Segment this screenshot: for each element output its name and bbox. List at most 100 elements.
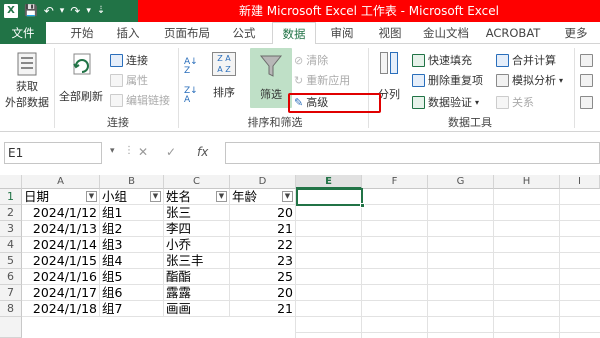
cell-date[interactable]: 2024/1/13	[22, 221, 100, 237]
insert-function-icon[interactable]: fx	[197, 145, 208, 159]
name-box[interactable]: E1	[4, 142, 102, 164]
cancel-icon[interactable]: ✕	[138, 145, 148, 159]
fill-handle[interactable]	[360, 203, 365, 208]
tab-home[interactable]: 开始	[62, 22, 102, 44]
row-header[interactable]: 7	[0, 285, 22, 301]
tab-data[interactable]: 数据	[272, 22, 316, 45]
remove-duplicates-button[interactable]: 删除重复项	[412, 72, 483, 88]
formula-input[interactable]	[225, 142, 600, 164]
reapply-button[interactable]: ↻ 重新应用	[294, 72, 350, 88]
what-if-button[interactable]: 模拟分析 ▾	[496, 72, 563, 88]
tab-more[interactable]: 更多	[552, 22, 600, 44]
col-header-i[interactable]: I	[560, 175, 600, 189]
redo-dropdown-icon[interactable]: ▾	[86, 2, 91, 20]
filter-dropdown-icon[interactable]: ▼	[86, 191, 97, 202]
col-header-b[interactable]: B	[100, 175, 164, 189]
connections-button[interactable]: 连接	[110, 52, 148, 68]
header-cell-age[interactable]: 年龄 ▼	[230, 189, 296, 205]
tab-kingsoft-docs[interactable]: 金山文档	[418, 22, 474, 44]
header-cell-name[interactable]: 姓名 ▼	[164, 189, 230, 205]
col-header-g[interactable]: G	[428, 175, 494, 189]
filter-dropdown-icon[interactable]: ▼	[216, 191, 227, 202]
formula-options-icon[interactable]: ⋮	[124, 145, 134, 156]
cell-group[interactable]: 组1	[100, 205, 164, 221]
filter-dropdown-icon[interactable]: ▼	[282, 191, 293, 202]
col-header-c[interactable]: C	[164, 175, 230, 189]
redo-icon[interactable]: ↷	[70, 2, 80, 20]
cell-name[interactable]: 露露	[164, 285, 230, 301]
clear-button[interactable]: ⊘ 清除	[294, 52, 328, 68]
col-header-f[interactable]: F	[362, 175, 428, 189]
row-header[interactable]: 2	[0, 205, 22, 221]
row-header[interactable]: 4	[0, 237, 22, 253]
cell-name[interactable]: 小乔	[164, 237, 230, 253]
save-icon[interactable]: 💾	[24, 2, 38, 20]
cell-group[interactable]: 组6	[100, 285, 164, 301]
data-validation-button[interactable]: 数据验证 ▾	[412, 94, 479, 110]
cell-name[interactable]: 画画	[164, 301, 230, 317]
cell-group[interactable]: 组5	[100, 269, 164, 285]
undo-dropdown-icon[interactable]: ▾	[60, 2, 65, 20]
col-header-d[interactable]: D	[230, 175, 296, 189]
cell-age[interactable]: 22	[230, 237, 296, 253]
cell-date[interactable]: 2024/1/16	[22, 269, 100, 285]
enter-icon[interactable]: ✓	[166, 145, 176, 159]
cell-age[interactable]: 23	[230, 253, 296, 269]
sort-button[interactable]: Z AA Z 排序	[206, 52, 242, 100]
filter-button[interactable]: 筛选	[250, 48, 292, 108]
header-cell-date[interactable]: 日期 ▼	[22, 189, 100, 205]
cell-group[interactable]: 组4	[100, 253, 164, 269]
tab-page-layout[interactable]: 页面布局	[156, 22, 218, 44]
tab-formulas[interactable]: 公式	[224, 22, 264, 44]
cell-group[interactable]: 组2	[100, 221, 164, 237]
cell-date[interactable]: 2024/1/15	[22, 253, 100, 269]
cell-name[interactable]: 张三	[164, 205, 230, 221]
cell-date[interactable]: 2024/1/17	[22, 285, 100, 301]
refresh-all-button[interactable]: 全部刷新	[56, 50, 106, 104]
cell-date[interactable]: 2024/1/18	[22, 301, 100, 317]
cell-date[interactable]: 2024/1/14	[22, 237, 100, 253]
consolidate-button[interactable]: 合并计算	[496, 52, 556, 68]
col-header-e[interactable]: E	[296, 175, 362, 189]
cell-name[interactable]: 酯酯	[164, 269, 230, 285]
row-header[interactable]: 5	[0, 253, 22, 269]
relationships-button[interactable]: 关系	[496, 94, 534, 110]
filter-dropdown-icon[interactable]: ▼	[150, 191, 161, 202]
get-external-data-button[interactable]: 获取 外部数据	[2, 50, 52, 110]
row-header[interactable]	[0, 317, 22, 338]
cell-name[interactable]: 李四	[164, 221, 230, 237]
header-cell-group[interactable]: 小组 ▼	[100, 189, 164, 205]
customize-qat-icon[interactable]: ⇣	[97, 2, 105, 20]
row-header[interactable]: 6	[0, 269, 22, 285]
row-header[interactable]: 3	[0, 221, 22, 237]
row-header[interactable]: 1	[0, 189, 22, 205]
cell-date[interactable]: 2024/1/12	[22, 205, 100, 221]
cell-age[interactable]: 25	[230, 269, 296, 285]
outline-button-3[interactable]	[580, 94, 593, 110]
tab-file[interactable]: 文件	[0, 22, 46, 44]
cell-name[interactable]: 张三丰	[164, 253, 230, 269]
selected-cell-e1[interactable]	[296, 188, 363, 206]
col-header-h[interactable]: H	[494, 175, 560, 189]
tab-acrobat[interactable]: ACROBAT	[482, 22, 544, 44]
name-box-dropdown-icon[interactable]: ▾	[110, 146, 115, 156]
flash-fill-button[interactable]: 快速填充	[412, 52, 472, 68]
tab-review[interactable]: 审阅	[322, 22, 362, 44]
cell-group[interactable]: 组3	[100, 237, 164, 253]
cell-group[interactable]: 组7	[100, 301, 164, 317]
tab-view[interactable]: 视图	[370, 22, 410, 44]
edit-links-button[interactable]: 编辑链接	[110, 92, 170, 108]
sort-za-button[interactable]: Z↓ A	[184, 87, 198, 105]
cell-age[interactable]: 21	[230, 301, 296, 317]
sort-az-button[interactable]: A↓ Z	[184, 58, 198, 76]
tab-insert[interactable]: 插入	[108, 22, 148, 44]
outline-button[interactable]	[580, 52, 593, 68]
outline-button-2[interactable]	[580, 72, 593, 88]
properties-button[interactable]: 属性	[110, 72, 148, 88]
undo-icon[interactable]: ↶	[44, 2, 54, 20]
cell-age[interactable]: 20	[230, 205, 296, 221]
worksheet-grid[interactable]: A B C D E F G H I 1 2 3 4 5 6 7 8 日期 ▼ 小组…	[0, 175, 600, 338]
col-header-a[interactable]: A	[22, 175, 100, 189]
cell-age[interactable]: 21	[230, 221, 296, 237]
row-header[interactable]: 8	[0, 301, 22, 317]
